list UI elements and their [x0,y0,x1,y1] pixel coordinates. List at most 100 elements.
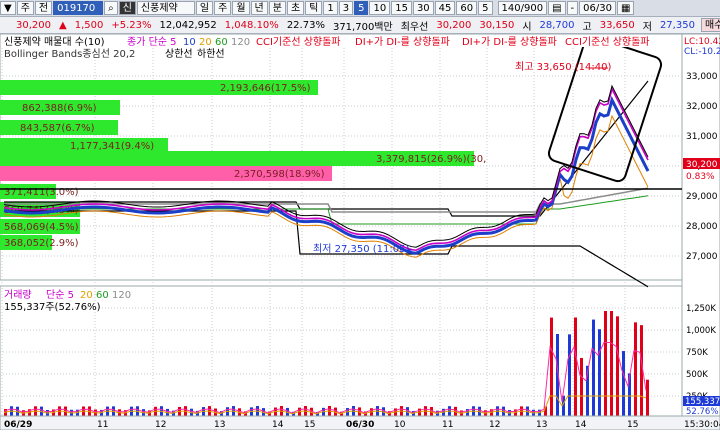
search-icon[interactable]: ⌕ [104,1,118,15]
date-field[interactable]: 06/30 [579,1,616,15]
volume-bar [568,334,571,416]
legend-signal-3: DI+가 DI-를 상향돌파 [462,36,557,48]
price-tick-label: 32,000 [686,102,718,112]
volume-profile-label: 1,177,341(9.4%) [70,141,154,152]
time-tick-label: 15 [627,420,638,430]
prev-button[interactable]: 전 [34,1,53,15]
volume-ma60-label: 60 [96,290,109,301]
volume-bar [646,379,649,416]
dash-icon[interactable]: - [566,1,579,15]
up-mark-icon: ▲ [59,19,67,31]
time-tick-label: 12 [489,420,500,430]
time-tick-label: 11 [442,420,453,430]
menu-dropdown-icon[interactable]: ▼ [0,1,16,15]
low-annotation: 최저 27,350 (11:05) [313,243,409,255]
low-price: 27,350 [659,19,695,31]
legend-bollinger: Bollinger Bands종심선 20,2 [4,48,135,60]
timeframe-button-4[interactable]: 분 [268,1,286,15]
volume-tick-label: 500K [686,370,708,380]
timeframe-button-8[interactable]: 3 [338,1,354,15]
time-tick-label: 15 [304,420,315,430]
price-tick-label: 33,000 [686,72,718,82]
legend-signal-4: CCI기준선 상향돌파 [565,36,650,48]
timeframe-button-0[interactable]: 일 [195,1,214,15]
legend-signal-1: CCI기준선 상향돌파 [256,36,341,48]
time-tick-label: 06/29 [4,420,32,430]
timeframe-button-3[interactable]: 년 [250,1,268,15]
chart-area[interactable]: 2,193,646(17.5%) 862,388(6.9%) 843,587(6.7… [0,33,720,431]
volume-profile-label: 3,379,815(26.9%)(30, [376,154,486,165]
volume-profile-label: 862,388(6.9%) [22,103,97,114]
volume-tick-label: 750K [686,348,708,358]
timeframe-button-11[interactable]: 15 [391,1,412,15]
volume-bar [634,322,637,416]
volume-current: 155,337주(52.76%) [4,302,101,313]
price-tick-label: 31,000 [686,132,718,142]
volume-pct: 1,048.10% [224,19,279,31]
timeframe-button-6[interactable]: 틱 [305,1,323,15]
volume-bar [592,319,595,416]
priority-label: 최우선 [400,21,429,33]
time-tick-label: 12 [155,420,166,430]
timeframe-button-7[interactable]: 1 [323,1,338,15]
legend-ma10: 10 [183,37,196,48]
timeframe-button-13[interactable]: 45 [434,1,456,15]
legend-ma60: 60 [215,37,228,48]
volume-bar [622,351,625,416]
timeframe-button-12[interactable]: 30 [412,1,434,15]
time-tick-label: 06/30 [346,420,374,430]
current-price-tag: 30,200 [686,160,718,170]
legend-ma120: 120 [231,37,250,48]
volume-tag-1: 155,337 [685,397,720,407]
legend-ma20: 20 [199,37,212,48]
timeframe-button-15[interactable]: 5 [478,1,493,15]
change-value: 1,500 [74,19,104,31]
time-tick-label: 11 [97,420,108,430]
timeframe-button-9[interactable]: 5 [354,1,369,15]
count-field[interactable]: 140/900 [497,1,548,15]
timeframe-button-5[interactable]: 초 [286,1,305,15]
chart-type-icon[interactable]: ▤ [548,1,566,15]
time-axis-right: 15:30:04 [684,420,720,430]
volume-bar [616,316,619,416]
stock-name: 신풍제약 [136,1,195,15]
turnover-pct: 22.73% [286,19,325,31]
time-tick-label: 10 [394,420,406,430]
axis-top-label-2: CL:-10.2 [684,47,720,57]
open-label: 시 [522,21,532,33]
volume-ma5-label: 단순 5 [46,289,74,301]
volume-profile-label: 2,370,598(18.9%) [234,169,325,180]
volume-bar [610,311,613,416]
volume-bar [550,317,553,416]
change-pct: +5.23% [111,19,152,31]
volume-profile-label: 843,587(6.7%) [20,123,95,134]
buy-button[interactable]: 매수 [700,18,720,32]
volume-bar [580,357,583,416]
timeframe-button-14[interactable]: 60 [456,1,478,15]
calendar-icon[interactable]: ▦ [616,1,635,15]
low-label: 저 [642,21,652,33]
stock-code-input[interactable]: 019170 [53,1,104,15]
high-label: 고 [582,21,592,33]
legend-title: 신풍제약 매물대 수(10) [4,36,105,48]
ask-price: 30,200 [436,19,472,31]
volume-ma20-label: 20 [80,290,93,301]
pct-tag: 0.83% [686,172,715,182]
volume-profile-label: 2,193,646(17.5%) [220,83,311,94]
timeframe-button-10[interactable]: 10 [369,1,391,15]
price-tick-label: 28,000 [686,222,718,232]
timeframe-button-1[interactable]: 주 [214,1,232,15]
chart-svg[interactable]: 2,193,646(17.5%) 862,388(6.9%) 843,587(6.7… [0,33,720,431]
high-price: 33,650 [599,19,635,31]
price-tick-label: 29,000 [686,192,718,202]
timeframe-buttons: 일 주 월 년 분 초 틱 1 3 5 10 15 30 45 60 5 [195,1,494,15]
axis-top-label-1: LC:10.42 [684,37,720,47]
credit-badge: 신 [118,1,136,15]
top-toolbar: ▼ 주 전 019170 ⌕ 신 신풍제약 일 주 월 년 분 초 틱 1 3 5 10 15 30 45… [0,0,720,17]
period-button[interactable]: 주 [16,1,34,15]
time-tick-label: 14 [575,420,587,430]
legend-bb-up: 상한선 [165,48,193,60]
bid-price: 30,150 [479,19,515,31]
volume-tick-label: 1,000K [686,326,716,336]
timeframe-button-2[interactable]: 월 [232,1,250,15]
